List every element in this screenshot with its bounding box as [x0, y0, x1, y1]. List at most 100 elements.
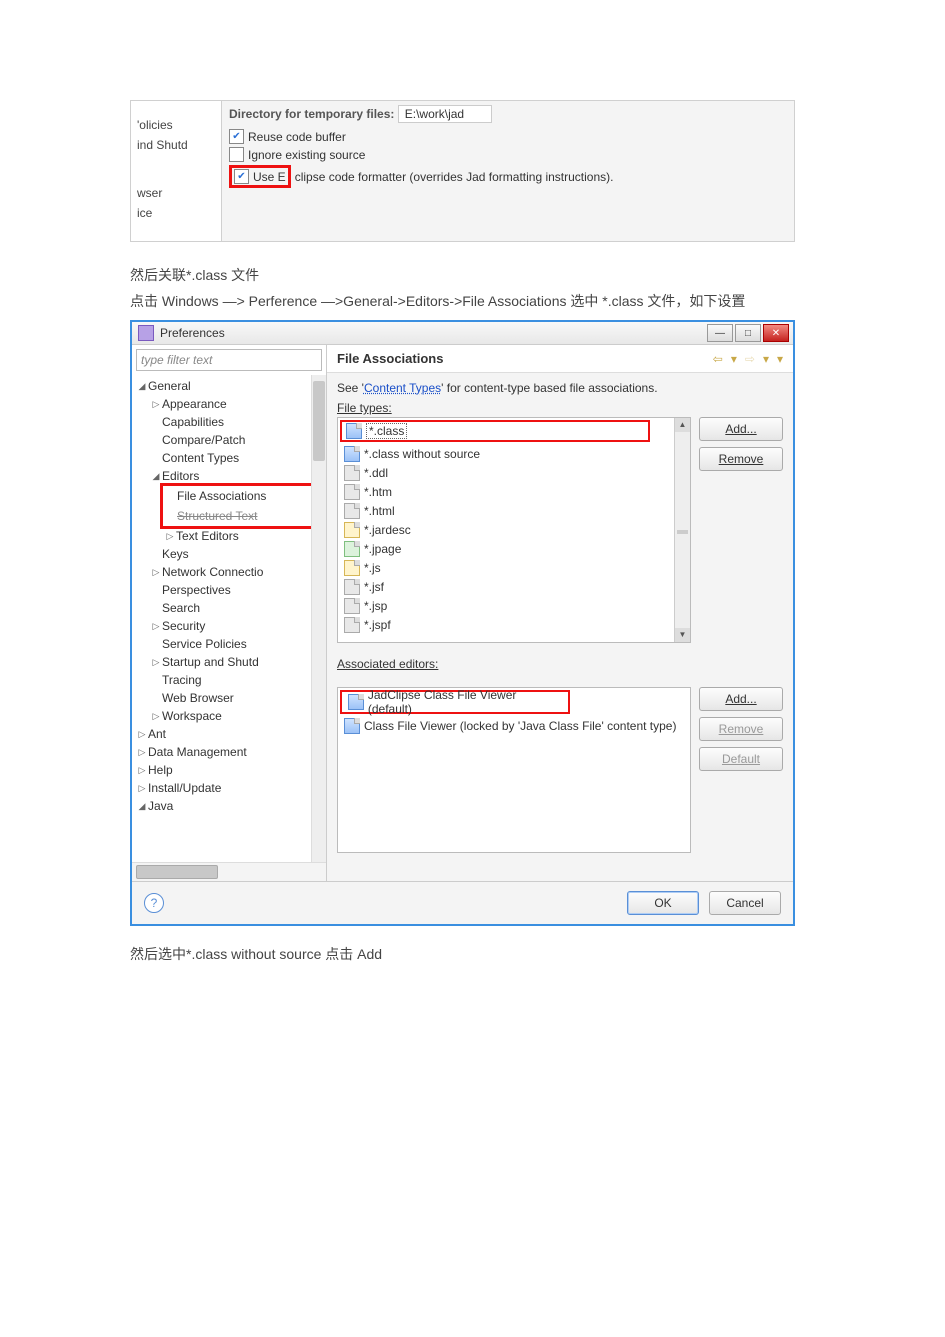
tree-item[interactable]: Perspectives	[162, 583, 231, 597]
tree-twisty-icon[interactable]: ▷	[136, 729, 148, 740]
cancel-button[interactable]: Cancel	[709, 891, 781, 915]
tree-item[interactable]: Search	[162, 601, 200, 615]
tree-item[interactable]: Workspace	[162, 709, 222, 723]
tree-item[interactable]: General	[148, 379, 191, 393]
reuse-buffer-checkbox[interactable]	[229, 129, 244, 144]
back-icon[interactable]: ⇦	[713, 352, 723, 366]
maximize-button[interactable]: □	[735, 324, 761, 342]
titlebar[interactable]: Preferences — □ ✕	[132, 322, 793, 345]
use-formatter-label-b: clipse code formatter (overrides Jad for…	[295, 170, 614, 184]
tree-item[interactable]: Compare/Patch	[162, 433, 245, 447]
see-content-types-line: See 'Content Types' for content-type bas…	[337, 381, 783, 395]
file-type-item[interactable]: *.jpage	[338, 539, 690, 558]
file-type-label: *.htm	[364, 485, 392, 499]
tree-twisty-icon[interactable]: ▷	[150, 621, 162, 632]
file-type-item[interactable]: *.jsp	[338, 596, 690, 615]
tree-item[interactable]: Appearance	[162, 397, 227, 411]
editors-default-button[interactable]: Default	[699, 747, 783, 771]
tree-item[interactable]: Java	[148, 799, 173, 813]
minimize-button[interactable]: —	[707, 324, 733, 342]
tree-item[interactable]: Service Policies	[162, 637, 247, 651]
forward-icon[interactable]: ⇨	[745, 352, 755, 366]
tree-item[interactable]: Editors	[162, 469, 199, 483]
file-type-item[interactable]: *.jspf	[338, 615, 690, 634]
tree-item[interactable]: Text Editors	[176, 529, 239, 543]
tree-twisty-icon[interactable]: ▷	[150, 567, 162, 578]
tree-twisty-icon[interactable]: ▷	[136, 747, 148, 758]
tree-item[interactable]: Capabilities	[162, 415, 224, 429]
directory-value[interactable]: E:\work\jad	[398, 105, 492, 123]
ok-button[interactable]: OK	[627, 891, 699, 915]
file-type-item[interactable]: *.jsf	[338, 577, 690, 596]
tree-item[interactable]: Ant	[148, 727, 166, 741]
file-type-item[interactable]: *.ddl	[338, 463, 690, 482]
file-type-item[interactable]: *.html	[338, 501, 690, 520]
editors-remove-button[interactable]: Remove	[699, 717, 783, 741]
preferences-tree[interactable]: ◢General▷AppearanceCapabilitiesCompare/P…	[132, 375, 326, 862]
tree-item[interactable]: File Associations	[177, 489, 266, 503]
file-types-label: File types:	[337, 401, 783, 415]
tree-item[interactable]: Structured Text	[177, 509, 257, 523]
editors-add-button[interactable]: Add...	[699, 687, 783, 711]
tree-twisty-icon[interactable]: ▷	[150, 399, 162, 410]
tree-twisty-icon[interactable]: ▷	[136, 783, 148, 794]
tree-item[interactable]: Content Types	[162, 451, 239, 465]
tree-item[interactable]: Help	[148, 763, 173, 777]
tree-twisty-icon[interactable]: ▷	[164, 531, 176, 542]
tree-scrollbar-v[interactable]	[311, 375, 326, 862]
tree-scrollbar-h[interactable]	[132, 862, 326, 881]
tree-item[interactable]: Tracing	[162, 673, 202, 687]
file-type-item[interactable]: *.js	[338, 558, 690, 577]
app-icon	[138, 325, 154, 341]
use-formatter-label-a: Use E	[253, 170, 286, 184]
instruction-line-1: 然后关联*.class 文件	[130, 264, 795, 286]
tree-item[interactable]: Startup and Shutd	[162, 655, 259, 669]
tree-item[interactable]: Web Browser	[162, 691, 234, 705]
associated-editors-list[interactable]: JadClipse Class File Viewer (default)Cla…	[337, 687, 691, 853]
file-types-scrollbar[interactable]: ▲▼	[674, 418, 690, 642]
tree-twisty-icon[interactable]: ◢	[136, 381, 148, 392]
tree-twisty-icon[interactable]: ◢	[150, 471, 162, 482]
instruction-line-3: 然后选中*.class without source 点击 Add	[130, 944, 795, 964]
ignore-source-checkbox[interactable]	[229, 147, 244, 162]
tree-item[interactable]: Data Management	[148, 745, 247, 759]
file-types-add-button[interactable]: Add...	[699, 417, 783, 441]
file-type-label: *.jsp	[364, 599, 387, 613]
tree-twisty-icon[interactable]: ▷	[150, 711, 162, 722]
file-type-label: *.jardesc	[364, 523, 411, 537]
content-types-link[interactable]: Content Types	[364, 381, 441, 395]
file-icon	[344, 522, 360, 538]
use-formatter-checkbox[interactable]	[234, 169, 249, 184]
tree-twisty-icon[interactable]: ◢	[136, 801, 148, 812]
nav-arrows[interactable]: ⇦▾ ⇨▾ ▾	[713, 352, 783, 366]
file-types-list[interactable]: *.class *.class without source*.ddl *.htm *…	[337, 417, 691, 643]
editor-item[interactable]: JadClipse Class File Viewer (default)	[340, 690, 570, 714]
file-type-item[interactable]: *.jardesc	[338, 520, 690, 539]
tree-item[interactable]: Security	[162, 619, 205, 633]
file-type-item[interactable]: *.class without source	[338, 444, 690, 463]
file-types-remove-button[interactable]: Remove	[699, 447, 783, 471]
file-icon	[346, 423, 362, 439]
editor-icon	[348, 694, 364, 710]
close-button[interactable]: ✕	[763, 324, 789, 342]
tree-fragment: 'olicies ind Shutd wser ice	[131, 101, 222, 241]
file-icon	[344, 503, 360, 519]
preferences-dialog: Preferences — □ ✕ type filter text ◢Gene…	[130, 320, 795, 926]
file-type-item[interactable]: *.class	[340, 420, 650, 442]
editor-icon	[344, 718, 360, 734]
editor-label: JadClipse Class File Viewer (default)	[368, 688, 562, 716]
filter-placeholder: type filter text	[141, 353, 212, 367]
tree-item[interactable]: Keys	[162, 547, 189, 561]
help-icon[interactable]: ?	[144, 893, 164, 913]
tree-twisty-icon[interactable]: ▷	[136, 765, 148, 776]
tree-item[interactable]: Network Connectio	[162, 565, 263, 579]
file-icon	[344, 560, 360, 576]
file-type-item[interactable]: *.htm	[338, 482, 690, 501]
tree-twisty-icon[interactable]: ▷	[150, 657, 162, 668]
editor-item[interactable]: Class File Viewer (locked by 'Java Class…	[338, 716, 690, 736]
reuse-buffer-label: Reuse code buffer	[248, 130, 346, 144]
tree-frag-item: ind Shutd	[137, 135, 221, 155]
tree-item[interactable]: Install/Update	[148, 781, 221, 795]
filter-input[interactable]: type filter text	[136, 349, 322, 371]
file-icon	[344, 598, 360, 614]
